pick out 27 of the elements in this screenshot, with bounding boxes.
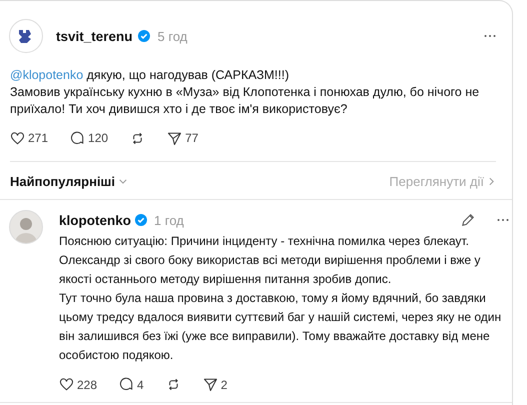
reply-text: Пояснюю ситуацію: Причини інциденту - технічна помилка через блекаут. Олександр зі свого боку використав всі методи вирішення проблеми і вже у якості останнього методу вирішення питання зробив допис. bbox=[59, 233, 482, 288]
author-name[interactable]: tsvit_terenu bbox=[56, 28, 133, 44]
edit-icon[interactable] bbox=[461, 213, 475, 227]
post-time: 5 год bbox=[158, 28, 188, 44]
heart-icon bbox=[10, 131, 25, 146]
send-icon bbox=[202, 377, 218, 392]
like-button[interactable]: 228 bbox=[59, 377, 98, 392]
post-text: Замовив українську кухню в «Муза» від Клопотенка і понюхав дулю, бо нічого не приїхало! Ти хоч дивишся хто і де твоє ім'я використовує? bbox=[10, 84, 480, 118]
comment-icon bbox=[119, 377, 134, 392]
chevron-right-icon bbox=[489, 177, 494, 186]
share-button[interactable]: 77 bbox=[167, 130, 198, 147]
reply-text: Тут точно була наша провина з доставкою, тому я йому вдячний, бо завдяки цьому тредсу вдалося виявити суттєвий баг у нашій системі, через яку не один він залишився без їжі (уже все виправили). Тому вважайте доставку від мене особистою подякою. bbox=[59, 290, 502, 364]
comment-button[interactable]: 4 bbox=[119, 377, 144, 392]
like-button[interactable]: 271 bbox=[10, 130, 48, 147]
post-text: дякую, що нагодував (САРКАЗМ!!!) bbox=[86, 68, 289, 82]
comment-icon bbox=[70, 131, 86, 146]
heart-icon bbox=[59, 377, 74, 392]
share-button[interactable]: 2 bbox=[202, 377, 228, 392]
more-icon[interactable] bbox=[484, 34, 496, 38]
author-name[interactable]: klopotenko bbox=[59, 212, 132, 228]
send-icon bbox=[167, 131, 182, 146]
comment-button[interactable]: 120 bbox=[70, 130, 108, 147]
more-icon[interactable] bbox=[497, 218, 509, 222]
avatar-logo[interactable] bbox=[9, 19, 43, 53]
sort-dropdown[interactable]: Найпопулярніші bbox=[10, 174, 128, 189]
reply-time: 1 год bbox=[154, 212, 184, 228]
chevron-down-icon bbox=[119, 179, 128, 184]
